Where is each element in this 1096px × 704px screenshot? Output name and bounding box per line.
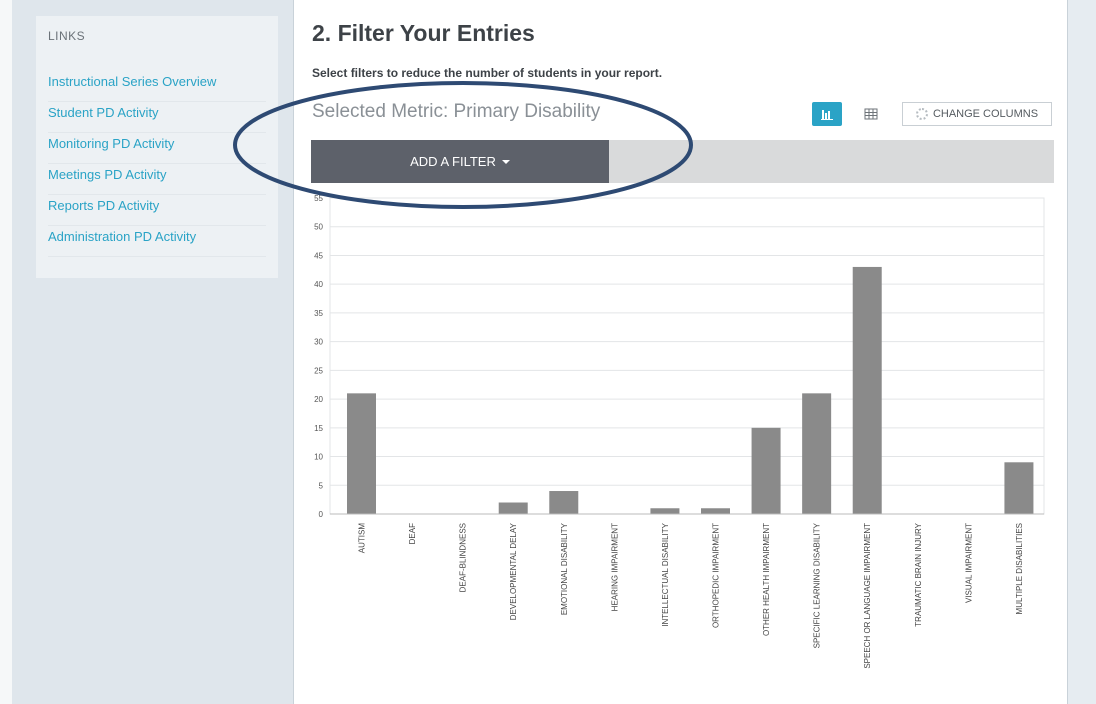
change-columns-button[interactable]: CHANGE COLUMNS xyxy=(902,102,1052,126)
selected-metric-label: Selected Metric: Primary Disability xyxy=(312,101,601,122)
page-right-edge xyxy=(1068,0,1096,704)
caret-down-icon xyxy=(501,159,510,164)
links-sidebar: LINKS Instructional Series Overview Stud… xyxy=(36,16,278,278)
link-monitoring-pd-activity[interactable]: Monitoring PD Activity xyxy=(48,133,266,164)
page-title: 2. Filter Your Entries xyxy=(312,20,535,46)
change-columns-label: CHANGE COLUMNS xyxy=(932,108,1039,120)
table-view-button[interactable] xyxy=(856,102,886,126)
links-list: Instructional Series Overview Student PD… xyxy=(48,71,266,257)
chart-view-button[interactable] xyxy=(812,102,842,126)
link-reports-pd-activity[interactable]: Reports PD Activity xyxy=(48,195,266,226)
page-left-edge xyxy=(0,0,12,704)
link-student-pd-activity[interactable]: Student PD Activity xyxy=(48,102,266,133)
table-grid-icon xyxy=(864,108,878,120)
add-filter-label: ADD A FILTER xyxy=(410,154,496,169)
bar-chart-icon xyxy=(821,110,833,120)
link-administration-pd-activity[interactable]: Administration PD Activity xyxy=(48,226,266,257)
page-subtitle: Select filters to reduce the number of s… xyxy=(312,66,663,80)
link-instructional-series-overview[interactable]: Instructional Series Overview xyxy=(48,71,266,102)
add-filter-button[interactable]: ADD A FILTER xyxy=(311,140,609,183)
filter-bar: ADD A FILTER xyxy=(311,140,1054,183)
main-panel: 2. Filter Your Entries Select filters to… xyxy=(293,0,1068,704)
gear-icon xyxy=(915,108,928,120)
links-heading: LINKS xyxy=(48,29,86,43)
link-meetings-pd-activity[interactable]: Meetings PD Activity xyxy=(48,164,266,195)
